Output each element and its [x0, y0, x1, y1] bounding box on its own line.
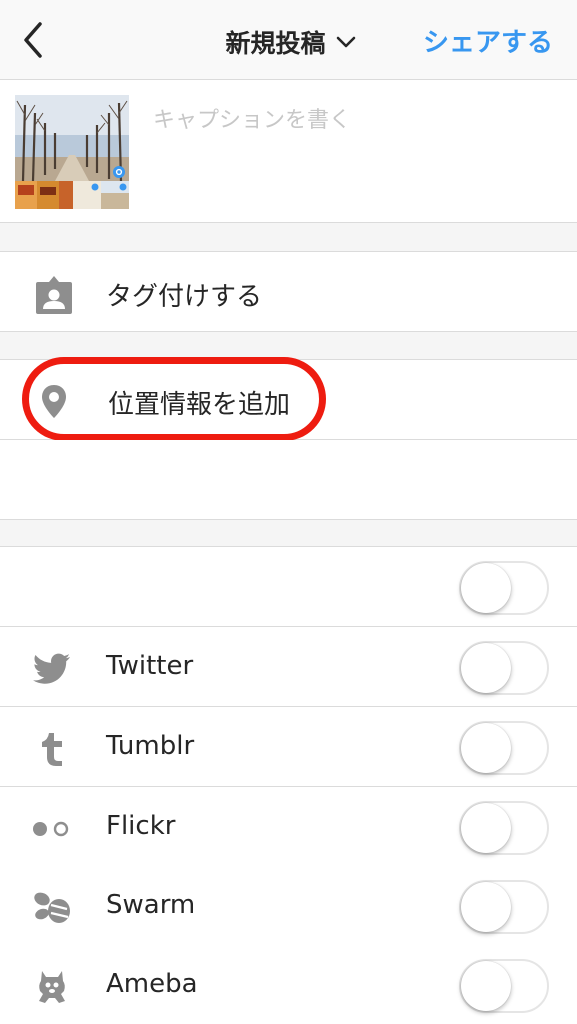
tumblr-icon	[28, 729, 76, 769]
tag-people-label: タグ付けする	[106, 282, 263, 312]
ameba-label: Ameba	[106, 969, 198, 999]
toggle-knob	[461, 643, 511, 693]
share-row-blank	[0, 547, 577, 627]
section-spacer	[0, 520, 577, 547]
tag-person-icon	[32, 272, 76, 316]
flickr-icon	[28, 809, 76, 849]
toggle-knob	[461, 882, 511, 932]
toggle-knob	[461, 563, 511, 613]
photo-collage-image	[15, 95, 129, 209]
tumblr-label: Tumblr	[106, 731, 195, 761]
section-spacer	[0, 332, 577, 360]
toggle-knob	[461, 803, 511, 853]
page-title: 新規投稿	[225, 29, 326, 58]
caption-section: キャプションを書く	[0, 80, 577, 223]
navigation-bar: 新規投稿 シェアする	[0, 0, 577, 80]
post-thumbnail[interactable]	[15, 95, 129, 209]
tag-people-row[interactable]: タグ付けする	[0, 252, 577, 332]
tumblr-toggle[interactable]	[459, 721, 549, 775]
twitter-icon	[28, 649, 76, 689]
swarm-icon	[28, 888, 76, 928]
chevron-down-icon	[336, 36, 355, 48]
ameba-toggle[interactable]	[459, 959, 549, 1013]
flickr-toggle[interactable]	[459, 801, 549, 855]
share-row-swarm: Swarm	[0, 866, 577, 946]
blank-area	[0, 440, 577, 520]
share-row-flickr: Flickr	[0, 787, 577, 867]
share-row-tumblr: Tumblr	[0, 707, 577, 787]
twitter-label: Twitter	[106, 651, 194, 681]
ameba-icon	[28, 967, 76, 1007]
section-spacer	[0, 223, 577, 252]
annotation-highlight-circle	[22, 357, 326, 441]
share-row-twitter: Twitter	[0, 627, 577, 707]
caption-input[interactable]: キャプションを書く	[153, 102, 351, 134]
twitter-toggle[interactable]	[459, 641, 549, 695]
share-button[interactable]: シェアする	[423, 22, 553, 59]
flickr-label: Flickr	[106, 811, 176, 841]
swarm-toggle[interactable]	[459, 880, 549, 934]
share-toggle[interactable]	[459, 561, 549, 615]
toggle-knob	[461, 723, 511, 773]
toggle-knob	[461, 961, 511, 1011]
swarm-label: Swarm	[106, 890, 196, 920]
share-row-ameba: Ameba	[0, 945, 577, 1024]
